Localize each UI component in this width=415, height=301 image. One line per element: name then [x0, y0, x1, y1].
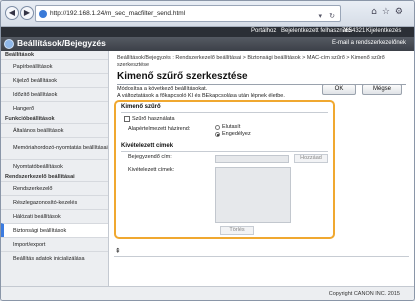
group-divider: [121, 112, 328, 113]
star-icon[interactable]: ☆: [382, 7, 395, 17]
main-content: Beállítások/Bejegyzés : Rendszerkezelő b…: [109, 51, 414, 288]
page-title: Kimenő szűrő szerkesztése: [117, 71, 248, 82]
sidebar-item-network[interactable]: Hálózati beállítások: [1, 209, 108, 223]
breadcrumb: Beállítások/Bejegyzés : Rendszerkezelő b…: [117, 55, 385, 68]
back-arrow-icon[interactable]: ◀: [5, 6, 19, 20]
instruction-line-2: A változtatások a főkapcsoló KI és BEkap…: [117, 93, 285, 99]
address-bar[interactable]: http://192.168.1.24/m_sec_macfilter_send…: [35, 5, 341, 22]
home-icon[interactable]: ⌂: [371, 7, 382, 17]
sidebar-item-init[interactable]: Beállítás adatok inicializálása: [1, 251, 108, 265]
sidebar-item-timer[interactable]: Időzítő beállítások: [1, 87, 108, 101]
sidebar-section-settings: Beállítások: [5, 52, 35, 58]
default-policy-label: Alapértelmezett házirend:: [128, 126, 191, 132]
footer: Copyright CANON INC. 2015: [1, 286, 414, 300]
sidebar: Beállítások Papírbeállítások Kijelző beá…: [1, 51, 109, 288]
gear-icon[interactable]: ⚙: [395, 7, 408, 17]
forward-arrow-icon[interactable]: ▶: [20, 6, 34, 20]
reject-label: Elutasít: [222, 124, 241, 130]
dropdown-icon[interactable]: ▾: [318, 9, 322, 21]
sidebar-section-admin: Rendszerkezelő beállításai: [5, 174, 75, 180]
sidebar-item-security[interactable]: Biztonsági beállítások: [1, 223, 108, 237]
sidebar-item-dept[interactable]: Részlegazonosító-kezelés: [1, 195, 108, 209]
scroll-to-top-icon[interactable]: ⇞: [115, 247, 121, 255]
portal-link[interactable]: Portálhoz: [251, 28, 276, 34]
admin-mail-link[interactable]: E-mail a rendszerkezelőnek: [332, 40, 406, 46]
reject-radio[interactable]: [215, 125, 220, 130]
allow-label: Engedélyez: [222, 131, 251, 137]
use-filter-checkbox[interactable]: [124, 116, 130, 122]
settings-icon: [4, 39, 14, 49]
group-divider-2: [121, 151, 328, 152]
ok-button[interactable]: OK: [322, 84, 356, 95]
header-title: Beállítások/Bejegyzés: [17, 38, 106, 48]
instructions: Módosítsa a következő beállításokat. A v…: [117, 86, 285, 100]
browser-window: ◀ ▶ http://192.168.1.24/m_sec_macfilter_…: [0, 0, 415, 301]
sidebar-section-functions: Funkcióbeállítások: [5, 116, 55, 122]
header-bar: Beállítások/Bejegyzés E-mail a rendszerk…: [1, 37, 414, 51]
filter-settings-panel: Kimenő szűrő Szűrő használata Alapértelm…: [114, 100, 335, 239]
sidebar-item-paper[interactable]: Papírbeállítások: [1, 59, 108, 73]
user-id: 7654321: [342, 28, 366, 34]
add-button[interactable]: Hozzáad: [294, 154, 328, 163]
sidebar-item-display[interactable]: Kijelző beállítások: [1, 73, 108, 87]
browser-toolbar: ◀ ▶ http://192.168.1.24/m_sec_macfilter_…: [1, 1, 414, 27]
refresh-icon[interactable]: ↻: [329, 9, 335, 21]
page-icon: [39, 10, 47, 18]
delete-button[interactable]: Törlés: [220, 226, 254, 235]
url-text: http://192.168.1.24/m_sec_macfilter_send…: [50, 10, 186, 17]
address-input[interactable]: [215, 155, 289, 163]
exceptions-listbox[interactable]: [215, 167, 291, 223]
cancel-button[interactable]: Mégse: [362, 84, 402, 95]
address-label: Bejegyzendő cím:: [128, 154, 172, 160]
copyright: Copyright CANON INC. 2015: [328, 291, 400, 297]
exceptions-list-label: Kivételezett címek:: [128, 167, 175, 173]
use-filter-label: Szűrő használata: [132, 116, 175, 122]
sidebar-item-import[interactable]: Import/export: [1, 237, 108, 251]
sidebar-item-printer[interactable]: Nyomtatóbeállítások: [1, 159, 108, 173]
outbound-filter-heading: Kimenő szűrő: [121, 104, 161, 110]
logout-link[interactable]: Kijelentkezés: [366, 28, 401, 34]
instruction-line-1: Módosítsa a következő beállításokat.: [117, 86, 208, 92]
allow-radio[interactable]: [215, 132, 220, 137]
browser-icons: ⌂☆⚙: [371, 7, 408, 17]
sidebar-item-sysadmin[interactable]: Rendszerkezelő: [1, 181, 108, 195]
exceptions-heading: Kivételezett címek: [121, 143, 174, 149]
sidebar-item-sound[interactable]: Hangerő: [1, 101, 108, 115]
sidebar-item-store-access[interactable]: Memóriahordozó-nyomtatás beállításai: [1, 137, 108, 159]
bottom-divider: [114, 256, 409, 257]
sidebar-item-general[interactable]: Általános beállítások: [1, 123, 108, 137]
top-bar: Portálhoz Bejelentkezett felhasználó: 76…: [1, 27, 414, 37]
